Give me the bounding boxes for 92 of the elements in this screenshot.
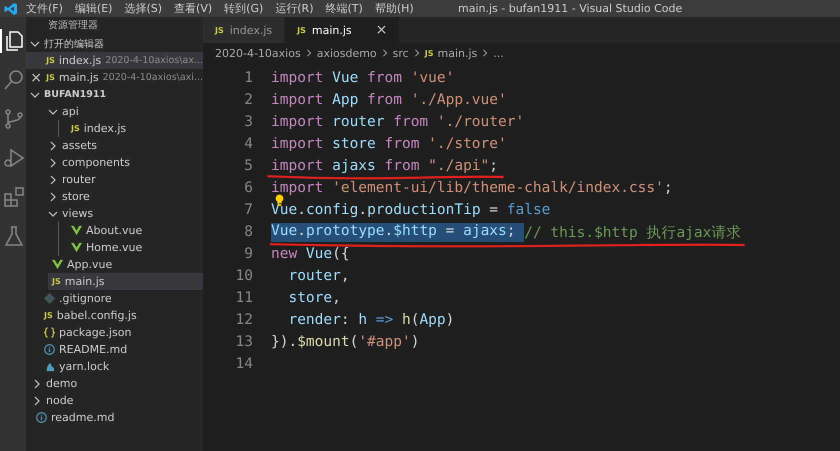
line-number: 5 — [243, 158, 253, 174]
file-item[interactable]: JS index.js — [67, 120, 203, 137]
folder-item[interactable]: demo — [32, 375, 203, 392]
code-text: import App from './App.vue' — [271, 92, 507, 108]
section-header[interactable]: 打开的编辑器 — [26, 35, 203, 52]
js-file-icon: JS — [44, 311, 53, 320]
folder-item[interactable]: node — [32, 392, 203, 409]
info-file-icon — [44, 344, 55, 355]
line-number: 3 — [243, 114, 253, 130]
js-file-icon: JS — [46, 56, 55, 65]
breadcrumb-item[interactable]: main.js — [437, 46, 478, 60]
code-text: import store from './store' — [271, 136, 507, 152]
file-item[interactable]: yarn.lock — [40, 358, 203, 375]
vue-file-icon — [52, 259, 63, 270]
line-number: 6 — [243, 180, 253, 196]
folder-item[interactable]: router — [48, 171, 203, 188]
file-item[interactable]: JS babel.config.js — [40, 307, 203, 324]
chevron-down-icon — [30, 38, 40, 48]
file-item[interactable]: .gitignore — [40, 290, 203, 307]
line-number: 1 — [243, 70, 253, 86]
line-number: 9 — [243, 246, 253, 262]
code-text: Vue.config.productionTip = false — [271, 202, 550, 218]
editor-tab[interactable]: JS main.js × — [285, 17, 400, 43]
line-number: 13 — [234, 334, 253, 350]
vue-file-icon — [71, 242, 82, 253]
folder-item[interactable]: api — [48, 103, 203, 120]
line-number: 11 — [234, 290, 253, 306]
file-item[interactable]: App.vue — [48, 256, 203, 273]
js-file-icon: JS — [424, 48, 434, 58]
code-text: import ajaxs from "./api"; — [271, 158, 498, 174]
folder-item[interactable]: views — [48, 205, 203, 222]
menu-item[interactable]: 文件(F) — [26, 1, 63, 16]
file-item[interactable]: readme.md — [32, 409, 203, 426]
selected-code: Vue.prototype.$http = ajaxs; — [271, 222, 524, 242]
code-text: // this.$http 执行ajax请求 — [524, 224, 742, 242]
folder-item[interactable]: store — [48, 188, 203, 205]
js-file-icon: JS — [52, 277, 61, 286]
breadcrumb-item[interactable]: ... — [493, 46, 504, 60]
file-item[interactable]: About.vue — [67, 222, 203, 239]
chevron-right-icon — [481, 48, 490, 58]
line-number: 4 — [243, 136, 253, 152]
code-text: import 'element-ui/lib/theme-chalk/index.css'; — [271, 180, 673, 196]
file-item[interactable]: package.json — [40, 324, 203, 341]
braces-file-icon — [44, 327, 55, 338]
file-item[interactable]: Home.vue — [67, 239, 203, 256]
menu-item[interactable]: 编辑(E) — [74, 1, 112, 16]
chevron-right-icon — [412, 48, 421, 58]
menu-item[interactable]: 运行(R) — [275, 1, 314, 16]
code-text: render: h => h(App) — [287, 312, 454, 328]
chevron-right-icon — [380, 48, 389, 58]
vue-file-icon — [71, 225, 82, 236]
js-file-icon: JS — [297, 26, 306, 34]
code-text: store, — [287, 290, 341, 306]
line-number: 7 — [243, 202, 253, 218]
file-item[interactable]: README.md — [40, 341, 203, 358]
close-icon[interactable]: × — [376, 23, 388, 37]
js-file-icon: JS — [215, 26, 224, 34]
menu-item[interactable]: 终端(T) — [326, 1, 363, 16]
code-text: new Vue({ — [271, 246, 350, 262]
close-icon[interactable]: × — [30, 70, 42, 84]
window-title: main.js - bufan1911 - Visual Studio Code — [458, 2, 682, 15]
file-item[interactable]: JS main.js — [48, 273, 203, 290]
line-number: 2 — [243, 92, 253, 108]
menu-item[interactable]: 帮助(H) — [374, 1, 414, 16]
editor-tab[interactable]: JS index.js — [203, 17, 286, 43]
code-text: import router from './router' — [271, 114, 524, 130]
app-logo-icon — [4, 2, 18, 16]
folder-item[interactable]: assets — [48, 137, 203, 154]
breadcrumb-item[interactable]: 2020-4-10axios — [215, 46, 301, 60]
menu-item[interactable]: 查看(V) — [174, 1, 212, 16]
js-file-icon: JS — [46, 73, 55, 82]
chevron-right-icon — [304, 48, 313, 58]
code-text: }).$mount('#app') — [271, 334, 420, 350]
line-number: 12 — [234, 312, 253, 328]
line-number: 8 — [243, 224, 253, 240]
code-text: router, — [287, 268, 350, 284]
folder-item[interactable]: components — [48, 154, 203, 171]
line-number: 14 — [234, 356, 253, 372]
open-editor-item[interactable]: × JS main.js 2020-4-10axios\axi... — [26, 69, 203, 86]
diamond-file-icon — [44, 293, 55, 304]
line-number: 10 — [234, 268, 253, 284]
code-text: import Vue from 'vue' — [271, 70, 454, 86]
menu-item[interactable]: 选择(S) — [124, 1, 162, 16]
chevron-down-icon — [48, 208, 58, 218]
sidebar-title: 资源管理器 — [47, 19, 99, 33]
section-header[interactable]: BUFAN1911 — [26, 86, 203, 103]
menu-item[interactable]: 转到(G) — [224, 1, 264, 16]
open-editor-item[interactable]: JS index.js 2020-4-10axios\ax... — [26, 52, 203, 69]
js-file-icon: JS — [71, 124, 80, 133]
info-file-icon — [36, 412, 47, 423]
breadcrumb-item[interactable]: axiosdemo — [316, 46, 377, 60]
breadcrumb-item[interactable]: src — [392, 46, 409, 60]
